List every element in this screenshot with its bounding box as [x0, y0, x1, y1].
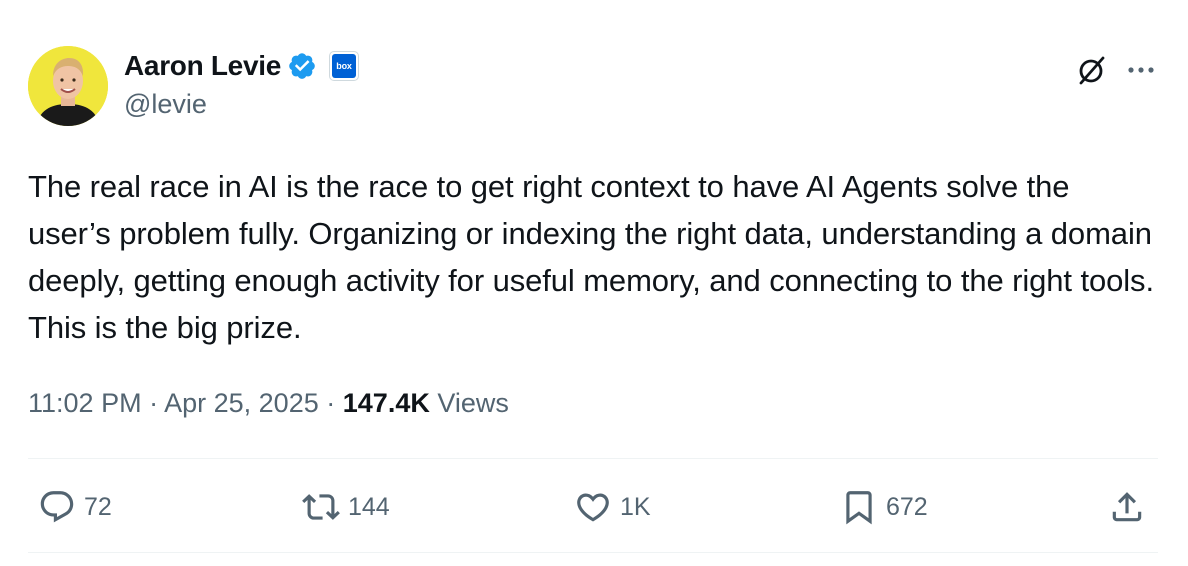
like-button[interactable]: 1K [574, 482, 651, 532]
divider [28, 552, 1158, 553]
share-button[interactable] [1108, 482, 1146, 532]
views-count[interactable]: 147.4K [343, 388, 430, 418]
author-name-row: Aaron Levie box [124, 48, 359, 84]
tweet-meta: 11:02 PM · Apr 25, 2025 · 147.4K Views [28, 388, 509, 419]
tweet-top-actions [1074, 52, 1158, 88]
repost-count: 144 [348, 492, 390, 521]
tweet-text: The real race in AI is the race to get r… [28, 169, 1154, 345]
repost-icon [302, 494, 340, 520]
views-label: Views [437, 388, 509, 418]
tweet-date[interactable]: Apr 25, 2025 [164, 388, 319, 418]
repost-button[interactable]: 144 [302, 482, 390, 532]
tweet-time[interactable]: 11:02 PM [28, 388, 142, 418]
box-logo-icon: box [331, 54, 356, 78]
divider [28, 458, 1158, 459]
grok-icon[interactable] [1074, 52, 1110, 88]
meta-separator: · [326, 388, 336, 418]
like-icon [577, 493, 609, 522]
reply-icon [40, 491, 74, 523]
bookmark-count: 672 [886, 492, 928, 521]
author-handle[interactable]: @levie [124, 89, 207, 120]
more-icon[interactable] [1124, 53, 1158, 87]
affiliate-badge[interactable]: box [328, 51, 359, 81]
share-icon [1112, 492, 1142, 522]
reply-button[interactable]: 72 [38, 482, 112, 532]
display-name[interactable]: Aaron Levie [124, 50, 281, 82]
reply-count: 72 [84, 492, 112, 521]
verified-badge-icon[interactable] [287, 51, 317, 81]
action-bar: 72 144 1K 672 [0, 482, 1188, 532]
bookmark-button[interactable]: 672 [840, 482, 928, 532]
avatar-photo [28, 46, 108, 126]
bookmark-icon [846, 491, 872, 525]
avatar[interactable] [28, 46, 108, 126]
meta-separator: · [149, 388, 159, 418]
like-count: 1K [620, 492, 651, 521]
